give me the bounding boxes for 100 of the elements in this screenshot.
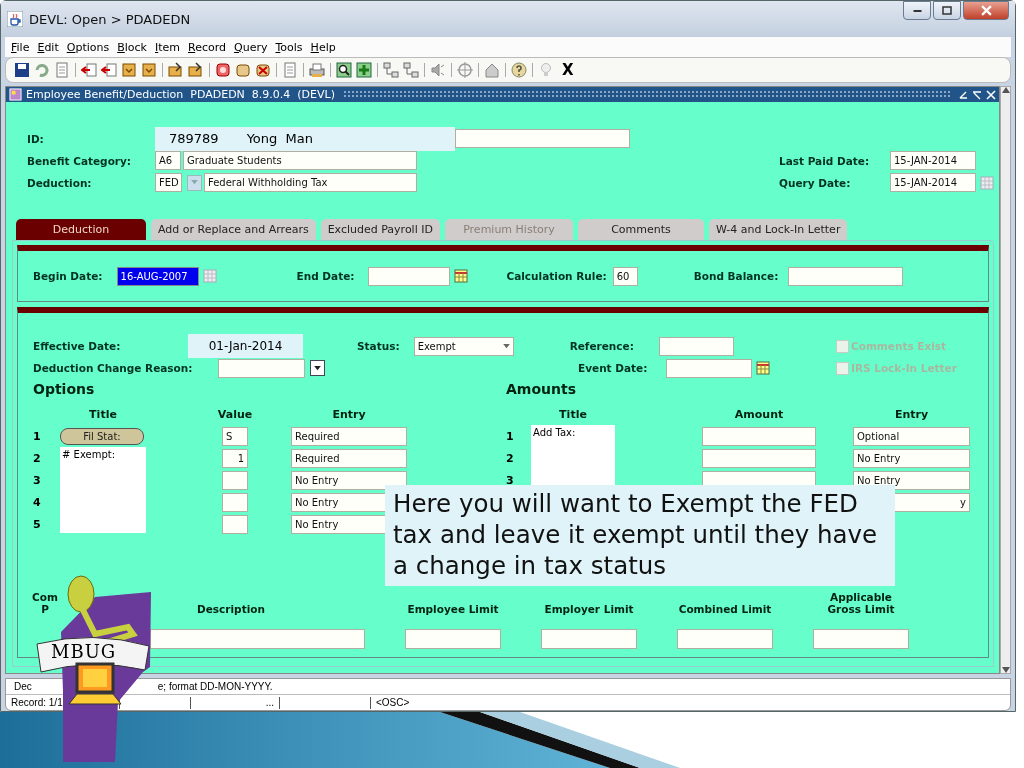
value-field[interactable]: 1 [222,448,248,468]
limit-field[interactable] [405,629,501,649]
column-header: Entry [332,407,366,421]
bulb-icon[interactable] [538,62,554,78]
remove-record-icon[interactable] [101,62,117,78]
maximize-button[interactable] [933,1,961,20]
field-label: Effective Date: [33,340,122,352]
description-field[interactable] [150,629,365,649]
delete-database-icon[interactable] [255,62,271,78]
document-icon[interactable] [54,62,70,78]
description-field[interactable]: Graduate Students [183,151,417,170]
limit-field[interactable] [541,629,637,649]
value-field[interactable] [222,514,248,534]
menu-item[interactable]: Query [230,40,272,54]
exit-button[interactable]: X [558,61,578,79]
previous-block-icon[interactable] [121,62,137,78]
rule-field[interactable]: 60 [612,266,638,286]
row-number: 3 [33,473,41,487]
amount-field[interactable] [702,448,816,468]
next-block-icon[interactable] [141,62,157,78]
menu-item[interactable]: Block [113,40,151,54]
database-icon[interactable] [235,62,251,78]
field-label: Benefit Category: [27,154,133,167]
name-field[interactable] [455,129,630,148]
print-icon[interactable] [309,62,325,78]
column-header: Applicable [830,591,892,603]
limit-field[interactable] [813,629,909,649]
close-icon[interactable] [986,89,996,100]
tab[interactable]: Deduction [16,219,146,240]
field-label: Calculation Rule: [506,270,607,282]
menu-item[interactable]: Record [184,40,231,54]
menu-item[interactable]: Item [150,40,184,54]
field-label: ID: [27,132,45,145]
entry-field[interactable]: Required [291,448,407,468]
tree-icon[interactable] [403,62,419,78]
date-field[interactable]: 15-JAN-2014 [890,173,976,192]
code-field[interactable]: A6 [155,151,181,170]
value-field[interactable]: S [222,426,248,446]
folder-icon[interactable] [168,62,184,78]
hint-text: Dec [14,681,32,692]
minimize-button[interactable] [903,1,931,20]
search-icon[interactable] [336,62,352,78]
insert-record-icon[interactable] [81,62,97,78]
reason-field[interactable] [218,358,305,378]
scroll-down-icon[interactable] [1001,667,1010,673]
tab[interactable]: Excluded Payroll ID [320,219,440,240]
scroll-up-icon[interactable] [1001,87,1010,93]
entry-field[interactable]: No Entry [853,448,970,468]
entry-field[interactable]: Required [291,426,407,446]
caret-icon [502,343,510,349]
form-icon [9,88,22,101]
maximize-icon[interactable] [972,89,982,100]
section-heading: Options [33,381,96,397]
menu-item[interactable]: File [7,40,34,54]
option-title-button[interactable]: Fil Stat: [60,427,144,445]
close-button[interactable] [963,1,1009,20]
scrollbar[interactable] [1000,86,1011,674]
field-label: Deduction Change Reason: [33,362,194,374]
calendar-icon[interactable] [454,269,469,283]
entry-field[interactable]: Optional [853,426,970,446]
logo-text: MBUG [51,641,117,662]
value-field[interactable] [222,470,248,490]
tab[interactable]: W-4 and Lock-In Letter [708,219,848,240]
dropdown-button[interactable] [310,360,325,376]
help-icon[interactable] [511,62,527,78]
folder-icon[interactable] [188,62,204,78]
description-field[interactable]: Federal Withholding Tax [204,173,417,192]
amount-field[interactable] [702,426,816,446]
reference-field[interactable] [658,336,734,356]
minimize-icon[interactable] [958,89,968,100]
code-field[interactable]: FED [155,173,182,192]
house-icon[interactable] [484,62,500,78]
save-icon[interactable] [14,62,30,78]
maximize-icon [942,5,952,16]
date-field[interactable] [368,266,451,286]
field-label: Begin Date: [33,270,103,282]
menu-item[interactable]: Help [306,40,340,54]
menu-item[interactable]: Tools [271,40,307,54]
row-number: 1 [506,429,514,443]
field-label: Last Paid Date: [779,154,871,167]
date-field[interactable]: 15-JAN-2014 [890,151,976,170]
date-field[interactable] [666,358,752,378]
tab[interactable]: Add or Replace and Arrears [151,219,316,240]
tab[interactable]: Comments [577,219,704,240]
date-field[interactable]: 16-AUG-2007 [116,266,199,286]
calendar-icon[interactable] [756,361,770,375]
bond-balance-field[interactable] [788,266,904,286]
status-select[interactable]: Exempt [413,336,514,356]
mode-indicator: <OSC> [375,696,411,709]
value-field[interactable] [222,492,248,512]
speaker-icon[interactable] [430,62,446,78]
limit-field[interactable] [677,629,773,649]
menu-item[interactable]: Options [62,40,114,54]
copy-icon[interactable] [282,62,298,78]
entry-field[interactable]: No Entry [291,470,407,490]
column-header: Value [217,407,253,421]
entry-field[interactable]: No Entry [853,470,970,490]
menu-item[interactable]: Edit [33,40,63,54]
target-icon[interactable] [457,62,473,78]
tree-icon[interactable] [383,62,399,78]
